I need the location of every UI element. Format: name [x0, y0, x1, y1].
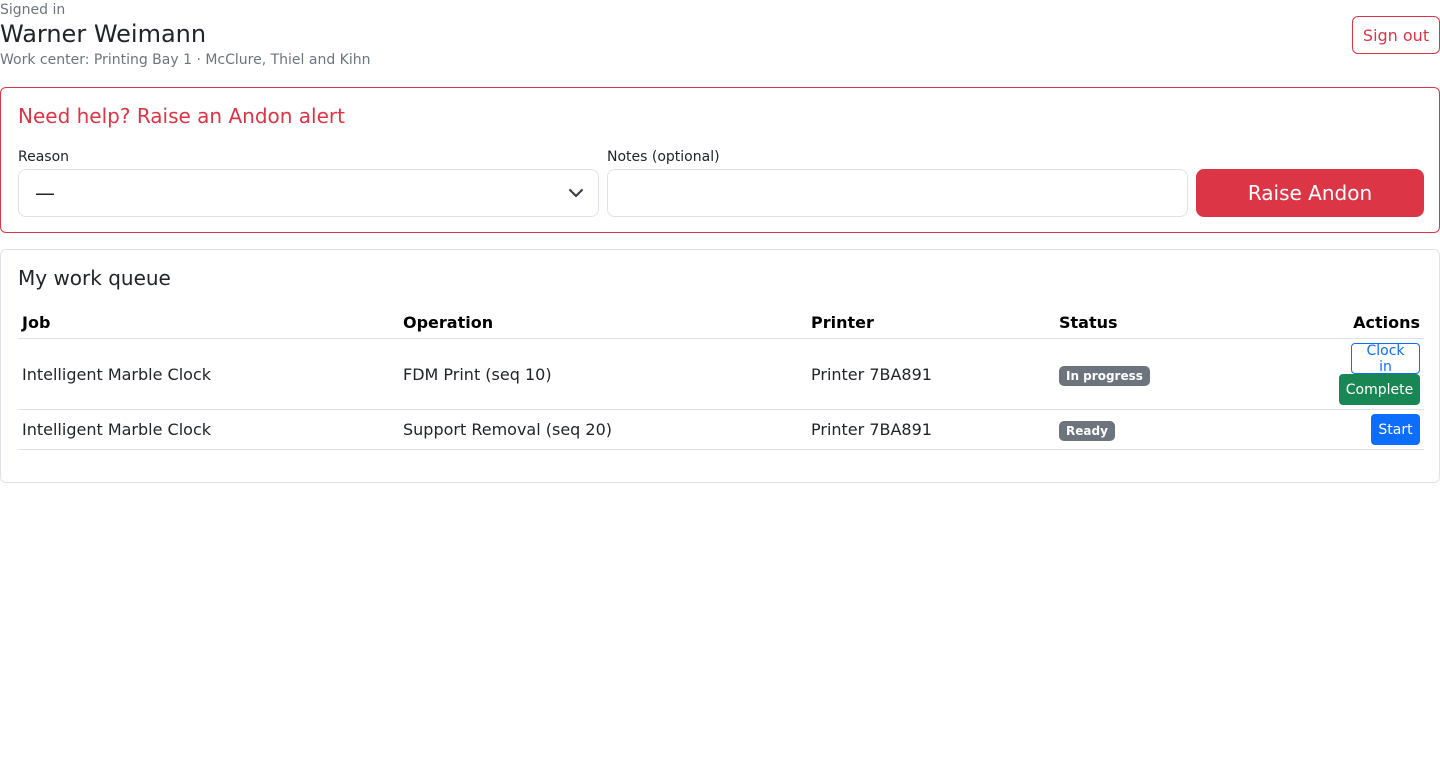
chevron-down-icon: [569, 189, 583, 197]
user-name: Warner Weimann: [0, 20, 207, 48]
table-row: Intelligent Marble Clock Support Removal…: [18, 410, 1424, 450]
reason-label: Reason: [18, 149, 70, 165]
work-queue-card: My work queue Job Operation Printer Stat…: [0, 249, 1440, 483]
column-header-actions: Actions: [1353, 313, 1420, 332]
work-center-info: Work center: Printing Bay 1 · McClure, T…: [0, 52, 371, 68]
job-cell: Intelligent Marble Clock: [22, 365, 211, 384]
column-header-job: Job: [22, 313, 51, 332]
reason-select[interactable]: —: [18, 169, 599, 217]
table-row: Intelligent Marble Clock FDM Print (seq …: [18, 339, 1424, 410]
reason-select-value: —: [35, 181, 55, 205]
column-header-printer: Printer: [811, 313, 874, 332]
complete-button[interactable]: Complete: [1339, 374, 1420, 405]
job-cell: Intelligent Marble Clock: [22, 420, 211, 439]
column-header-operation: Operation: [403, 313, 494, 332]
column-header-status: Status: [1059, 313, 1118, 332]
notes-input[interactable]: [607, 169, 1188, 217]
andon-card: Need help? Raise an Andon alert Reason N…: [0, 87, 1440, 233]
printer-cell: Printer 7BA891: [811, 365, 932, 384]
work-queue-title: My work queue: [18, 266, 171, 290]
clock-in-button[interactable]: Clock in: [1351, 343, 1420, 375]
signed-in-label: Signed in: [0, 2, 66, 18]
andon-title: Need help? Raise an Andon alert: [18, 104, 345, 128]
start-button[interactable]: Start: [1371, 414, 1420, 445]
status-badge: In progress: [1059, 366, 1150, 386]
operation-cell: Support Removal (seq 20): [403, 420, 613, 439]
sign-out-button[interactable]: Sign out: [1352, 16, 1440, 54]
status-badge: Ready: [1059, 421, 1115, 441]
notes-label: Notes (optional): [607, 149, 720, 165]
operation-cell: FDM Print (seq 10): [403, 365, 552, 384]
header: Signed in Warner Weimann Work center: Pr…: [0, 0, 1440, 80]
printer-cell: Printer 7BA891: [811, 420, 932, 439]
raise-andon-button[interactable]: Raise Andon: [1196, 169, 1424, 217]
table-header: Job Operation Printer Status Actions: [18, 306, 1424, 339]
work-queue-table: Job Operation Printer Status Actions Int…: [18, 306, 1424, 450]
